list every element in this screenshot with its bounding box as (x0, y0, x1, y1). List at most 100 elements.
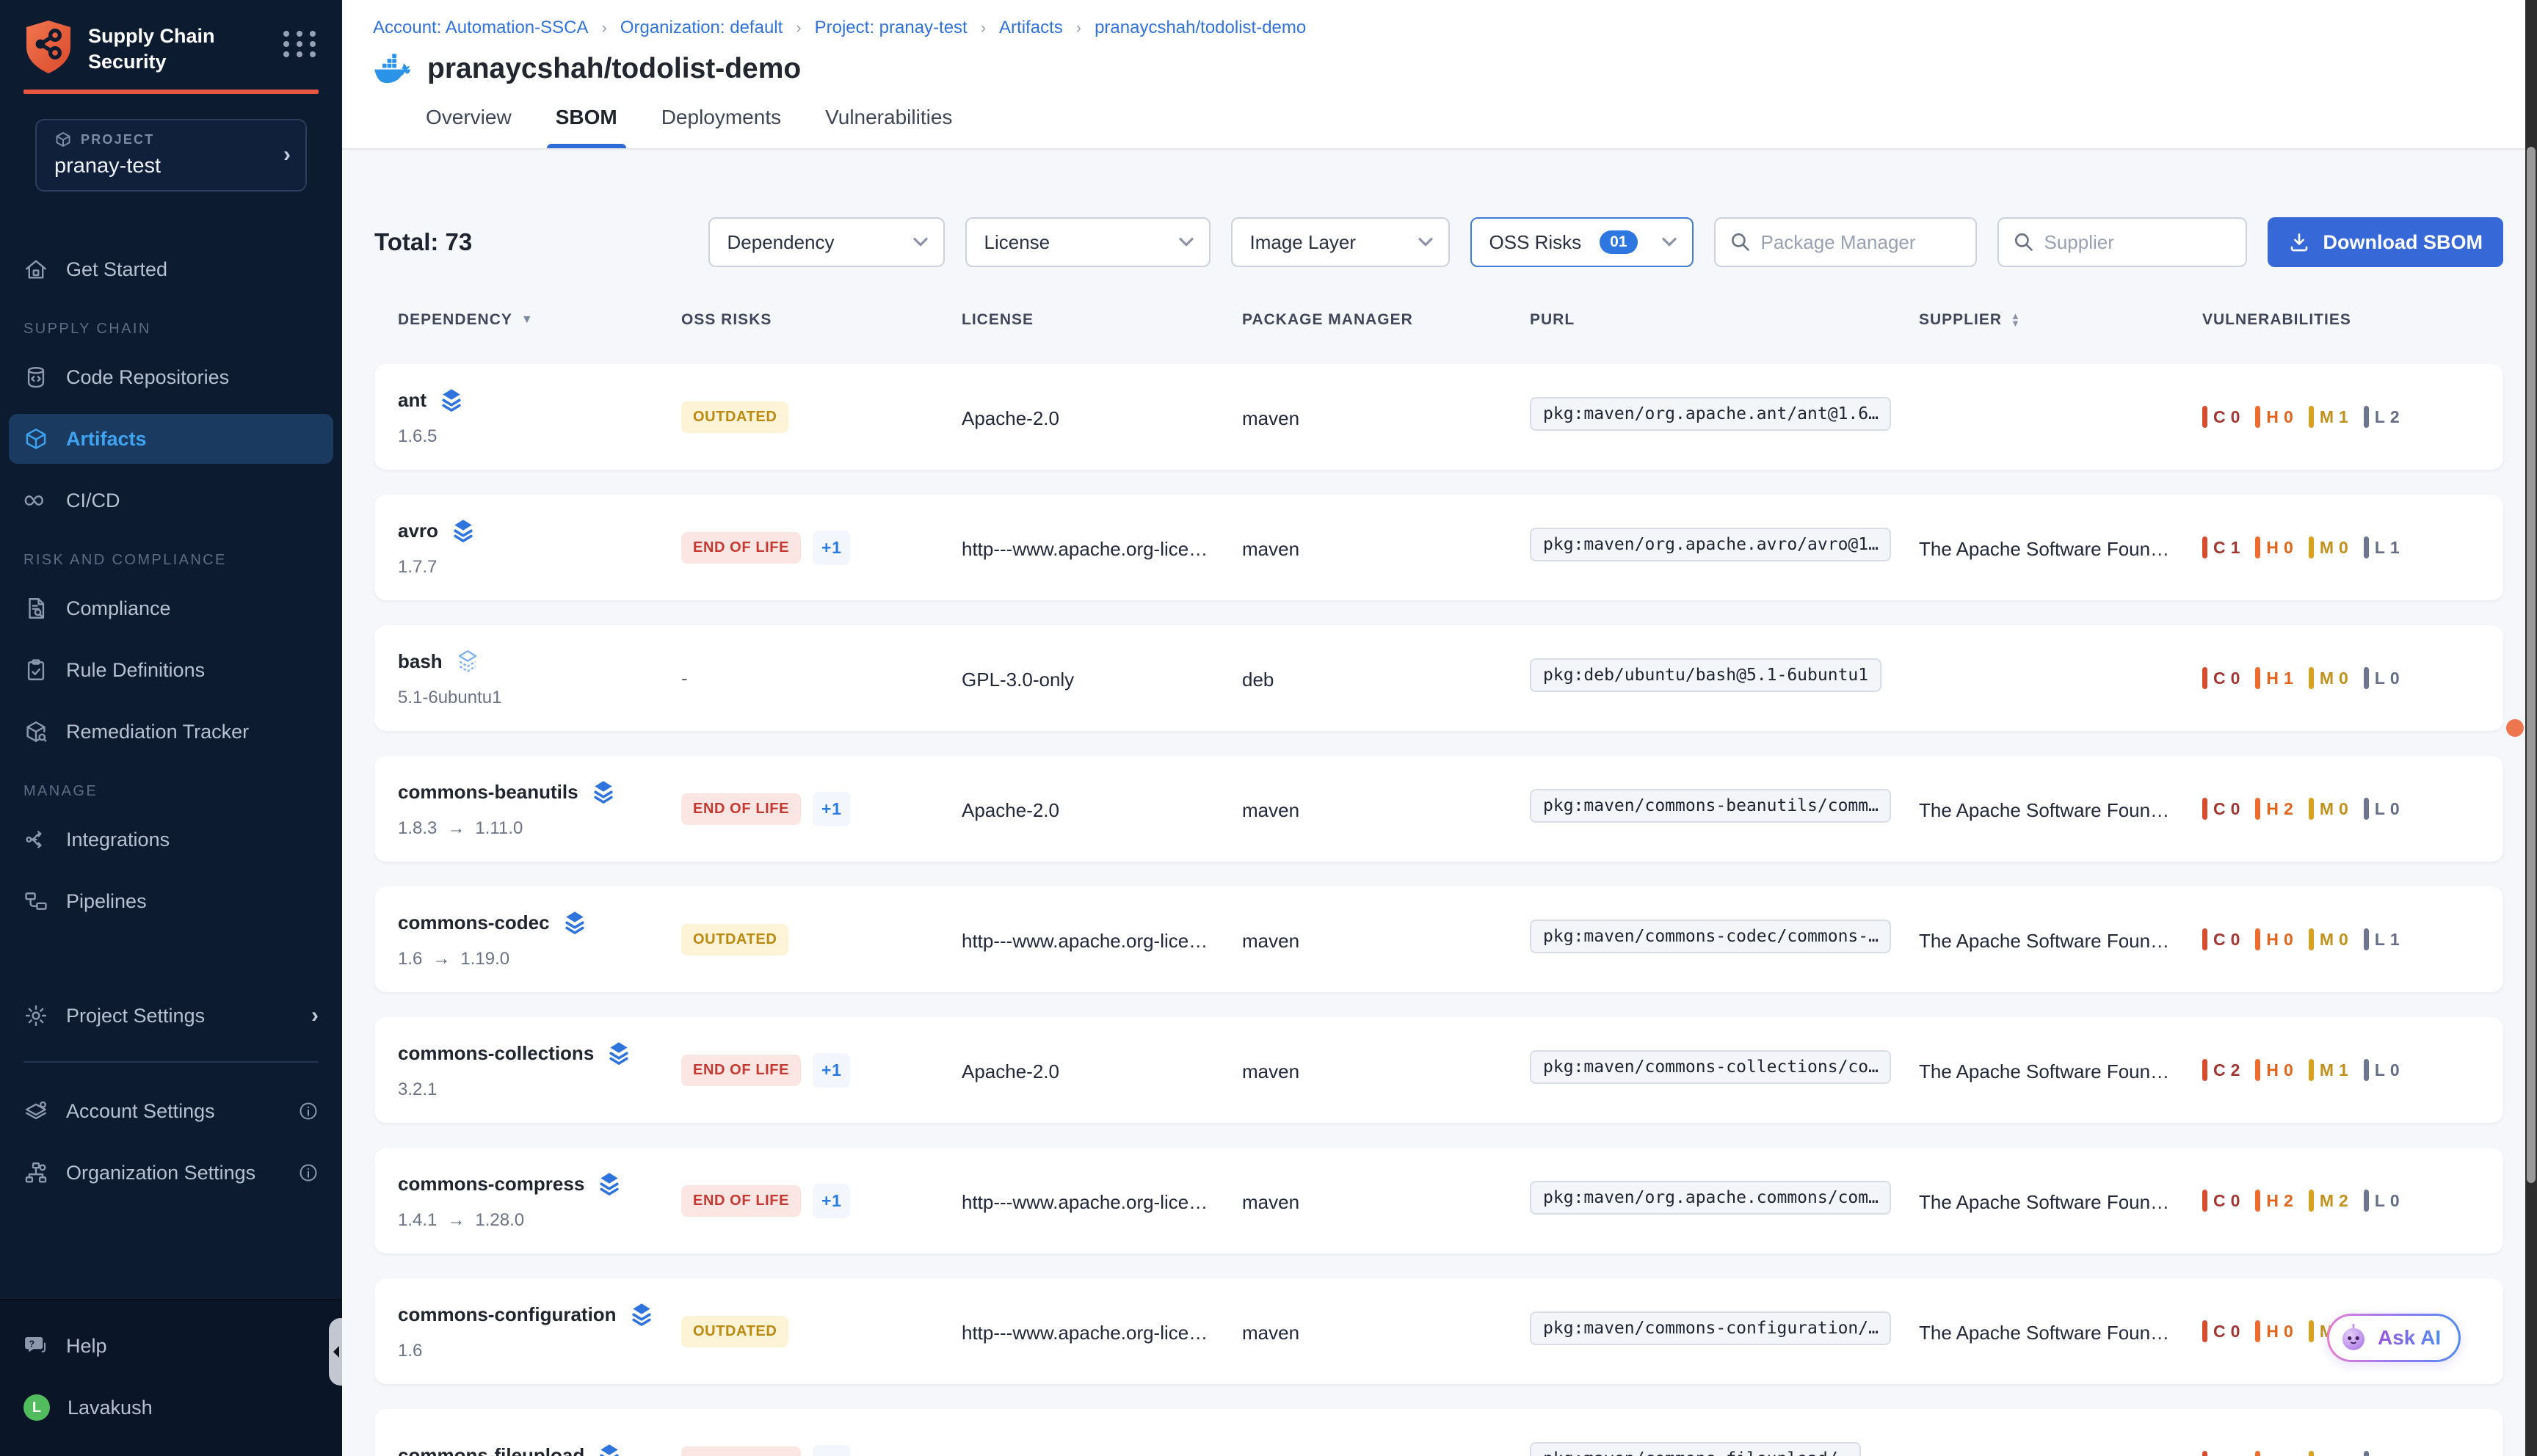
gear-icon (23, 1003, 48, 1028)
sidebar-item-label: Pipelines (66, 890, 147, 913)
sidebar-item-remediation-tracker[interactable]: Remediation Tracker (0, 707, 342, 757)
dependency-name[interactable]: ant (398, 389, 427, 412)
sidebar-item-code-repositories[interactable]: Code Repositories (0, 352, 342, 402)
breadcrumb-link[interactable]: pranaycshah/todolist-demo (1095, 18, 1306, 38)
download-sbom-button[interactable]: Download SBOM (2268, 217, 2504, 267)
purl-chip[interactable]: pkg:maven/org.apache.avro/avro@1… (1530, 528, 1891, 561)
column-header-dependency[interactable]: DEPENDENCY ▼ (398, 311, 681, 329)
purl-chip[interactable]: pkg:maven/org.apache.commons/com… (1530, 1181, 1891, 1215)
breadcrumb-link[interactable]: Organization: default (620, 18, 783, 38)
search-input[interactable] (1761, 231, 1961, 254)
scrollbar-thumb[interactable] (2527, 147, 2536, 1183)
chevron-right-icon: › (283, 142, 291, 167)
risk-badge-more[interactable]: +1 (813, 1184, 850, 1218)
purl-chip[interactable]: pkg:maven/commons-collections/co… (1530, 1050, 1891, 1084)
table-row[interactable]: commons-collections 3.2.1 END OF LIFE+1 … (374, 1017, 2503, 1123)
tab-vulnerabilities[interactable]: Vulnerabilities (825, 106, 952, 148)
sidebar-item-rule-definitions[interactable]: Rule Definitions (0, 645, 342, 695)
purl-chip[interactable]: pkg:maven/org.apache.ant/ant@1.6… (1530, 397, 1891, 431)
help-button[interactable]: ? Help (0, 1321, 342, 1371)
dependency-name[interactable]: commons-collections (398, 1042, 594, 1065)
sidebar-item-account-settings[interactable]: Account Settings (0, 1086, 342, 1136)
ask-ai-button[interactable]: Ask AI (2327, 1314, 2461, 1362)
vuln-count: 0 (2390, 1452, 2400, 1456)
column-label: LICENSE (962, 311, 1034, 329)
purl-chip[interactable]: pkg:maven/commons-fileupload/… (1530, 1442, 1861, 1456)
filter-dropdown-dependency[interactable]: Dependency (708, 217, 945, 267)
info-icon[interactable] (298, 1101, 319, 1121)
sidebar-item-pipelines[interactable]: Pipelines (0, 876, 342, 926)
sidebar-item-get-started[interactable]: Get Started (0, 244, 342, 294)
column-header-package-manager: PACKAGE MANAGER (1242, 311, 1530, 329)
table-row[interactable]: commons-configuration 1.6 OUTDATED http-… (374, 1278, 2503, 1384)
layers-gear-icon (23, 1099, 48, 1124)
risk-badge-more[interactable]: +1 (813, 1053, 850, 1088)
filter-dropdown-image-layer[interactable]: Image Layer (1231, 217, 1450, 267)
purl-chip[interactable]: pkg:maven/commons-codec/commons-… (1530, 920, 1891, 953)
sort-icon[interactable]: ▲▼ (2011, 313, 2021, 327)
table-row[interactable]: bash 5.1-6ubuntu1 - GPL-3.0-only deb pkg… (374, 625, 2503, 731)
version: 1.8.3 (398, 818, 437, 839)
chevron-down-icon (1178, 236, 1194, 248)
filter-dropdown-license[interactable]: License (965, 217, 1211, 267)
sidebar-item-artifacts[interactable]: Artifacts (9, 414, 333, 464)
risk-badge-more[interactable]: +1 (813, 792, 850, 826)
sidebar-item-ci-cd[interactable]: CI/CD (0, 476, 342, 525)
info-icon[interactable] (298, 1162, 319, 1183)
column-header-supplier[interactable]: SUPPLIER▲▼ (1919, 311, 2202, 329)
table-row[interactable]: ant 1.6.5 OUTDATED Apache-2.0 maven pkg:… (374, 364, 2503, 470)
sort-desc-icon[interactable]: ▼ (521, 313, 534, 327)
user-menu[interactable]: L Lavakush (0, 1383, 342, 1433)
vuln-critical: C1 (2202, 536, 2240, 558)
vuln-medium: M2 (2309, 1190, 2349, 1212)
filter-dropdown-oss-risks[interactable]: OSS Risks01 (1470, 217, 1694, 267)
purl-chip[interactable]: pkg:maven/commons-configuration/… (1530, 1311, 1891, 1345)
table-row[interactable]: commons-fileupload END OF LIFE+1 Apache-… (374, 1409, 2503, 1456)
severity-bar (2364, 406, 2369, 428)
dependency-name[interactable]: commons-compress (398, 1173, 584, 1195)
dependency-name[interactable]: avro (398, 520, 438, 542)
dependency-name[interactable]: commons-codec (398, 911, 550, 934)
org-gear-icon (23, 1160, 48, 1185)
risk-badge-more[interactable]: +1 (813, 1445, 850, 1456)
sidebar-collapse-handle[interactable] (329, 1318, 342, 1386)
purl-chip[interactable]: pkg:deb/ubuntu/bash@5.1-6ubuntu1 (1530, 658, 1881, 692)
table-row[interactable]: avro 1.7.7 END OF LIFE+1 http---www.apac… (374, 495, 2503, 600)
table-row[interactable]: commons-beanutils 1.8.3→1.11.0 END OF LI… (374, 756, 2503, 862)
app-switcher-grid-icon[interactable] (283, 31, 319, 57)
column-label: DEPENDENCY (398, 311, 512, 329)
sidebar-item-project-settings[interactable]: Project Settings› (0, 991, 342, 1041)
dependency-name[interactable]: commons-beanutils (398, 781, 578, 804)
app-title: Supply Chain Security (88, 19, 269, 75)
tab-overview[interactable]: Overview (426, 106, 512, 148)
breadcrumb-link[interactable]: Artifacts (999, 18, 1063, 38)
breadcrumb-link[interactable]: Project: pranay-test (815, 18, 968, 38)
vuln-count: 0 (2284, 407, 2294, 427)
sidebar-item-organization-settings[interactable]: Organization Settings (0, 1148, 342, 1198)
upgrade-arrow-icon: → (447, 818, 465, 839)
notification-dot[interactable] (2506, 719, 2524, 737)
table-row[interactable]: commons-codec 1.6→1.19.0 OUTDATED http--… (374, 887, 2503, 992)
tab-sbom[interactable]: SBOM (556, 106, 617, 148)
oss-risks-cell: - (681, 667, 962, 690)
tab-deployments[interactable]: Deployments (661, 106, 781, 148)
dependency-name[interactable]: commons-configuration (398, 1303, 617, 1326)
layers-icon (606, 1040, 632, 1066)
help-label: Help (66, 1335, 107, 1358)
scrollbar-track[interactable] (2525, 0, 2537, 1456)
vuln-count: 0 (2339, 1452, 2349, 1456)
risk-badge-outdated: OUTDATED (681, 1316, 788, 1347)
vuln-low: L0 (2364, 798, 2400, 820)
dependency-name[interactable]: bash (398, 650, 443, 673)
search-input[interactable] (2044, 231, 2231, 254)
sidebar-item-integrations[interactable]: Integrations (0, 815, 342, 864)
breadcrumb-link[interactable]: Account: Automation-SSCA (373, 18, 588, 38)
project-selector[interactable]: PROJECT pranay-test › (35, 119, 307, 192)
purl-chip[interactable]: pkg:maven/commons-beanutils/comm… (1530, 789, 1891, 823)
version: 1.28.0 (475, 1210, 524, 1231)
vuln-medium: M1 (2309, 1059, 2349, 1081)
dependency-name[interactable]: commons-fileupload (398, 1444, 584, 1456)
table-row[interactable]: commons-compress 1.4.1→1.28.0 END OF LIF… (374, 1148, 2503, 1253)
sidebar-item-compliance[interactable]: Compliance (0, 583, 342, 633)
risk-badge-more[interactable]: +1 (813, 531, 850, 565)
